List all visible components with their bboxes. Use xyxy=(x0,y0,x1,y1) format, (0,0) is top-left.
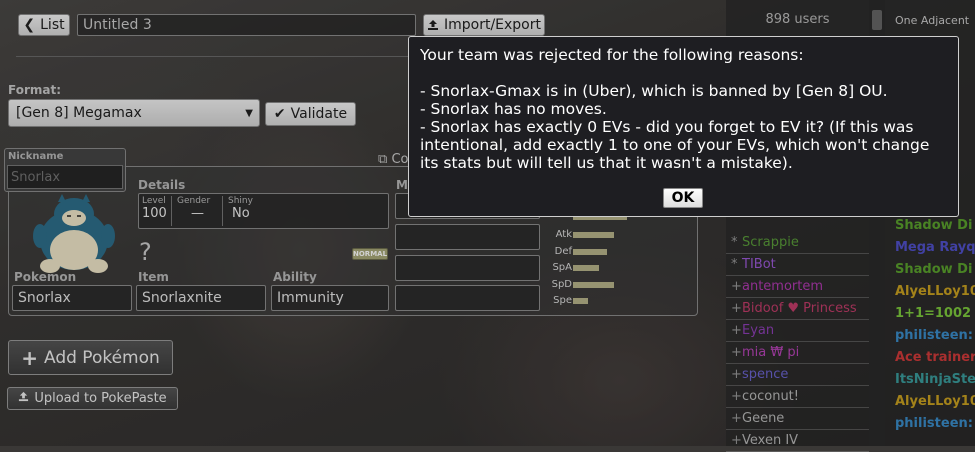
rejection-message: Your team was rejected for the following… xyxy=(420,46,930,172)
ok-button[interactable]: OK xyxy=(663,188,703,208)
